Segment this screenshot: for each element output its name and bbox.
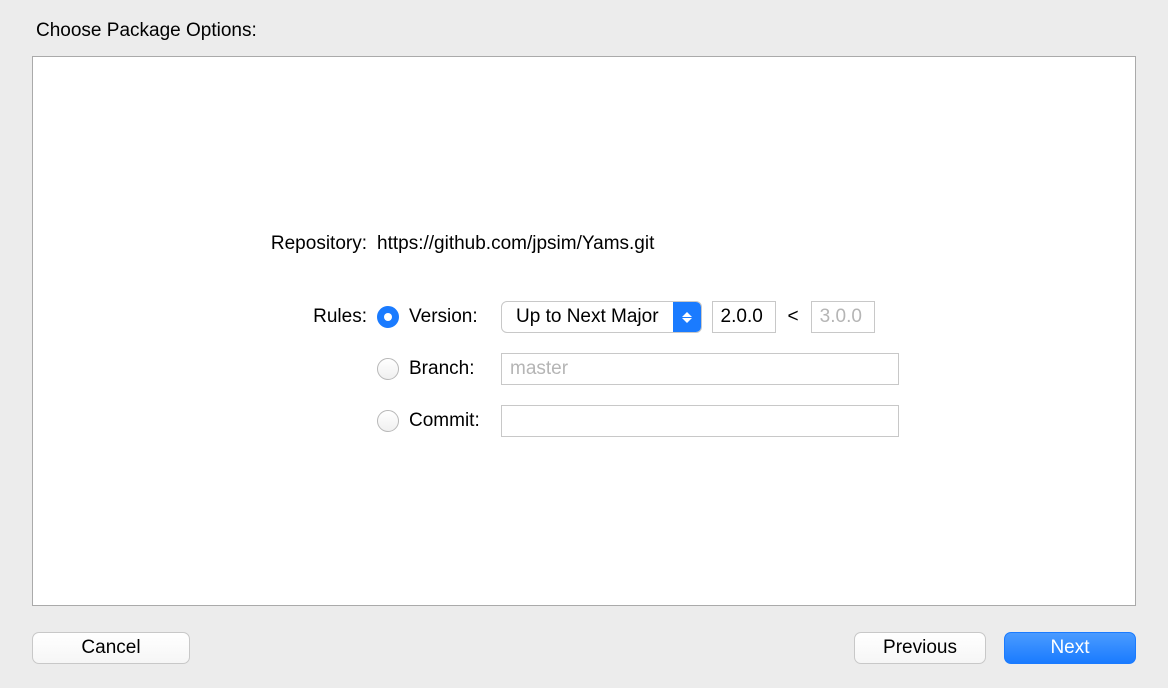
version-rule-dropdown[interactable]: Up to Next Major	[501, 301, 702, 333]
version-to-input	[811, 301, 875, 333]
version-from-input[interactable]	[712, 301, 776, 333]
dialog-title: Choose Package Options:	[36, 20, 1136, 42]
radio-branch[interactable]	[377, 358, 399, 380]
branch-label: Branch:	[409, 358, 491, 380]
button-bar: Cancel Previous Next	[32, 632, 1136, 664]
radio-commit[interactable]	[377, 410, 399, 432]
repository-value: https://github.com/jpsim/Yams.git	[377, 233, 654, 255]
commit-label: Commit:	[409, 410, 491, 432]
version-label: Version:	[409, 306, 491, 328]
package-options-dialog: Choose Package Options: Repository: http…	[0, 0, 1168, 688]
repository-label: Repository:	[33, 233, 377, 255]
rules-label: Rules:	[33, 306, 377, 328]
rules-branch-row: Branch:	[33, 353, 1135, 385]
version-rule-dropdown-label: Up to Next Major	[502, 306, 673, 328]
main-panel: Repository: https://github.com/jpsim/Yam…	[32, 56, 1136, 606]
chevron-up-down-icon	[673, 302, 701, 332]
less-than-label: <	[788, 306, 799, 328]
cancel-button[interactable]: Cancel	[32, 632, 190, 664]
rules-commit-row: Commit:	[33, 405, 1135, 437]
repository-row: Repository: https://github.com/jpsim/Yam…	[33, 229, 1135, 259]
radio-version[interactable]	[377, 306, 399, 328]
branch-input[interactable]	[501, 353, 899, 385]
commit-input[interactable]	[501, 405, 899, 437]
previous-button[interactable]: Previous	[854, 632, 986, 664]
next-button[interactable]: Next	[1004, 632, 1136, 664]
rules-version-row: Rules: Version: Up to Next Major <	[33, 301, 1135, 333]
